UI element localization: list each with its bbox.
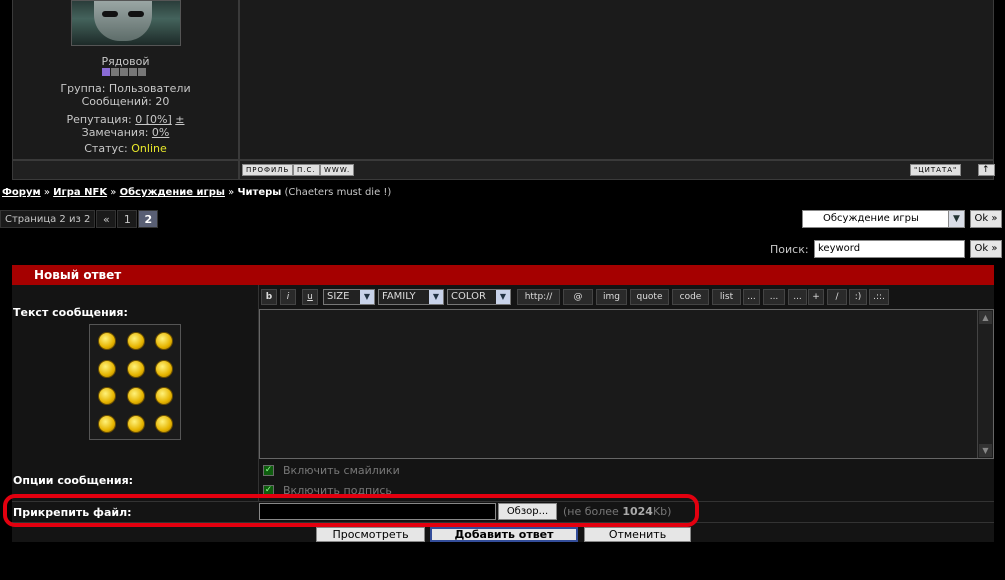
smiley-icon[interactable] <box>127 387 145 405</box>
search-input[interactable]: keyword <box>814 240 965 258</box>
search-ok-button[interactable]: Ok » <box>970 240 1002 258</box>
list-button[interactable]: list <box>712 289 741 305</box>
page-2-current: 2 <box>138 210 159 228</box>
breadcrumb-forum[interactable]: Форум <box>2 187 41 198</box>
family-select[interactable]: FAMILY ▼ <box>378 289 444 305</box>
preview-button[interactable]: Просмотреть <box>316 527 425 542</box>
dropdown-arrow-icon: ▼ <box>496 290 510 304</box>
pagination: Страница 2 из 2 « 1 2 <box>0 210 159 228</box>
dropdown-arrow-icon: ▼ <box>948 211 964 227</box>
smiley-icon[interactable] <box>155 415 173 433</box>
member-warnings: Замечания: 0% <box>81 126 170 139</box>
www-button[interactable]: WWW. <box>320 164 355 176</box>
smiley-icon[interactable] <box>155 387 173 405</box>
scroll-up-icon[interactable]: ▲ <box>979 311 992 324</box>
message-textarea[interactable]: ▲ ▼ <box>259 309 994 459</box>
new-reply-header: Новый ответ <box>12 265 994 285</box>
dropdown-arrow-icon: ▼ <box>360 290 374 304</box>
smiley-icon[interactable] <box>127 415 145 433</box>
extra-button-1[interactable]: ... <box>743 289 760 305</box>
member-status: Статус: Online <box>84 142 167 155</box>
smilies-panel <box>89 324 181 440</box>
textarea-scrollbar[interactable]: ▲ ▼ <box>977 310 993 458</box>
scroll-top-button[interactable]: ↑ <box>978 164 995 176</box>
quote-tag-button[interactable]: quote <box>630 289 669 305</box>
url-button[interactable]: http:// <box>517 289 560 305</box>
highlight-annotation <box>3 494 699 527</box>
smile-tag-button[interactable]: :) <box>849 289 867 305</box>
smiley-icon[interactable] <box>155 332 173 350</box>
email-button[interactable]: @ <box>563 289 593 305</box>
smiley-icon[interactable] <box>155 360 173 378</box>
cancel-button[interactable]: Отменить <box>584 527 691 542</box>
extra-button-2[interactable]: ... <box>763 289 785 305</box>
rank-pips <box>102 68 146 76</box>
enable-smilies-label: Включить смайлики <box>283 464 400 477</box>
underline-button[interactable]: u <box>302 289 318 305</box>
post-footer: ПРОФИЛЬ П.С. WWW. "ЦИТАТА" ↑ <box>239 160 995 180</box>
smiley-icon[interactable] <box>127 332 145 350</box>
topic-description: (Chaeters must die !) <box>284 187 392 198</box>
avatar <box>71 0 181 46</box>
reputation-link[interactable]: 0 [0%] <box>135 113 172 126</box>
forum-jump-select[interactable]: Обсуждение игры ▼ <box>802 210 965 228</box>
quote-button[interactable]: "ЦИТАТА" <box>910 164 962 176</box>
size-select[interactable]: SIZE ▼ <box>323 289 375 305</box>
breadcrumb: Форум » Игра NFK » Обсуждение игры » Чит… <box>2 187 392 198</box>
smiley-icon[interactable] <box>98 387 116 405</box>
post-body <box>239 0 994 160</box>
post-footer-left <box>12 160 239 180</box>
img-button[interactable]: img <box>596 289 627 305</box>
dropdown-arrow-icon: ▼ <box>429 290 443 304</box>
color-select[interactable]: COLOR ▼ <box>447 289 511 305</box>
warnings-link[interactable]: 0% <box>152 126 169 139</box>
more-button[interactable]: .::. <box>869 289 889 305</box>
slash-button[interactable]: / <box>827 289 847 305</box>
page-1[interactable]: 1 <box>117 210 138 228</box>
page-prev[interactable]: « <box>96 210 117 228</box>
page-counter: Страница 2 из 2 <box>0 210 96 228</box>
plus-button[interactable]: + <box>808 289 824 305</box>
smiley-icon[interactable] <box>98 360 116 378</box>
scroll-down-icon[interactable]: ▼ <box>979 444 992 457</box>
smiley-icon[interactable] <box>98 332 116 350</box>
breadcrumb-topic: Читеры <box>237 187 282 198</box>
profile-button[interactable]: ПРОФИЛЬ <box>242 164 294 176</box>
member-messages: Сообщений: 20 <box>81 95 170 108</box>
pm-button[interactable]: П.С. <box>293 164 320 176</box>
submit-reply-button[interactable]: Добавить ответ <box>430 527 578 542</box>
italic-button[interactable]: i <box>280 289 296 305</box>
online-status: Online <box>131 142 167 155</box>
member-group: Группа: Пользователи <box>60 82 191 95</box>
breadcrumb-game[interactable]: Игра NFK <box>53 187 107 198</box>
message-text-label: Текст сообщения: <box>13 306 128 319</box>
bold-button[interactable]: b <box>261 289 277 305</box>
search-label: Поиск: <box>770 243 809 256</box>
smiley-icon[interactable] <box>98 415 116 433</box>
breadcrumb-discussion[interactable]: Обсуждение игры <box>120 187 225 198</box>
checkbox-checked-icon[interactable]: ✓ <box>263 465 274 476</box>
smiley-icon[interactable] <box>127 360 145 378</box>
message-options-label: Опции сообщения: <box>13 474 134 487</box>
member-rank: Рядовой <box>101 55 150 68</box>
member-reputation: Репутация: 0 [0%] ± <box>66 113 185 126</box>
reputation-change-link[interactable]: ± <box>175 113 184 126</box>
forum-jump-ok-button[interactable]: Ok » <box>970 210 1002 228</box>
extra-button-3[interactable]: ... <box>788 289 807 305</box>
code-button[interactable]: code <box>672 289 709 305</box>
